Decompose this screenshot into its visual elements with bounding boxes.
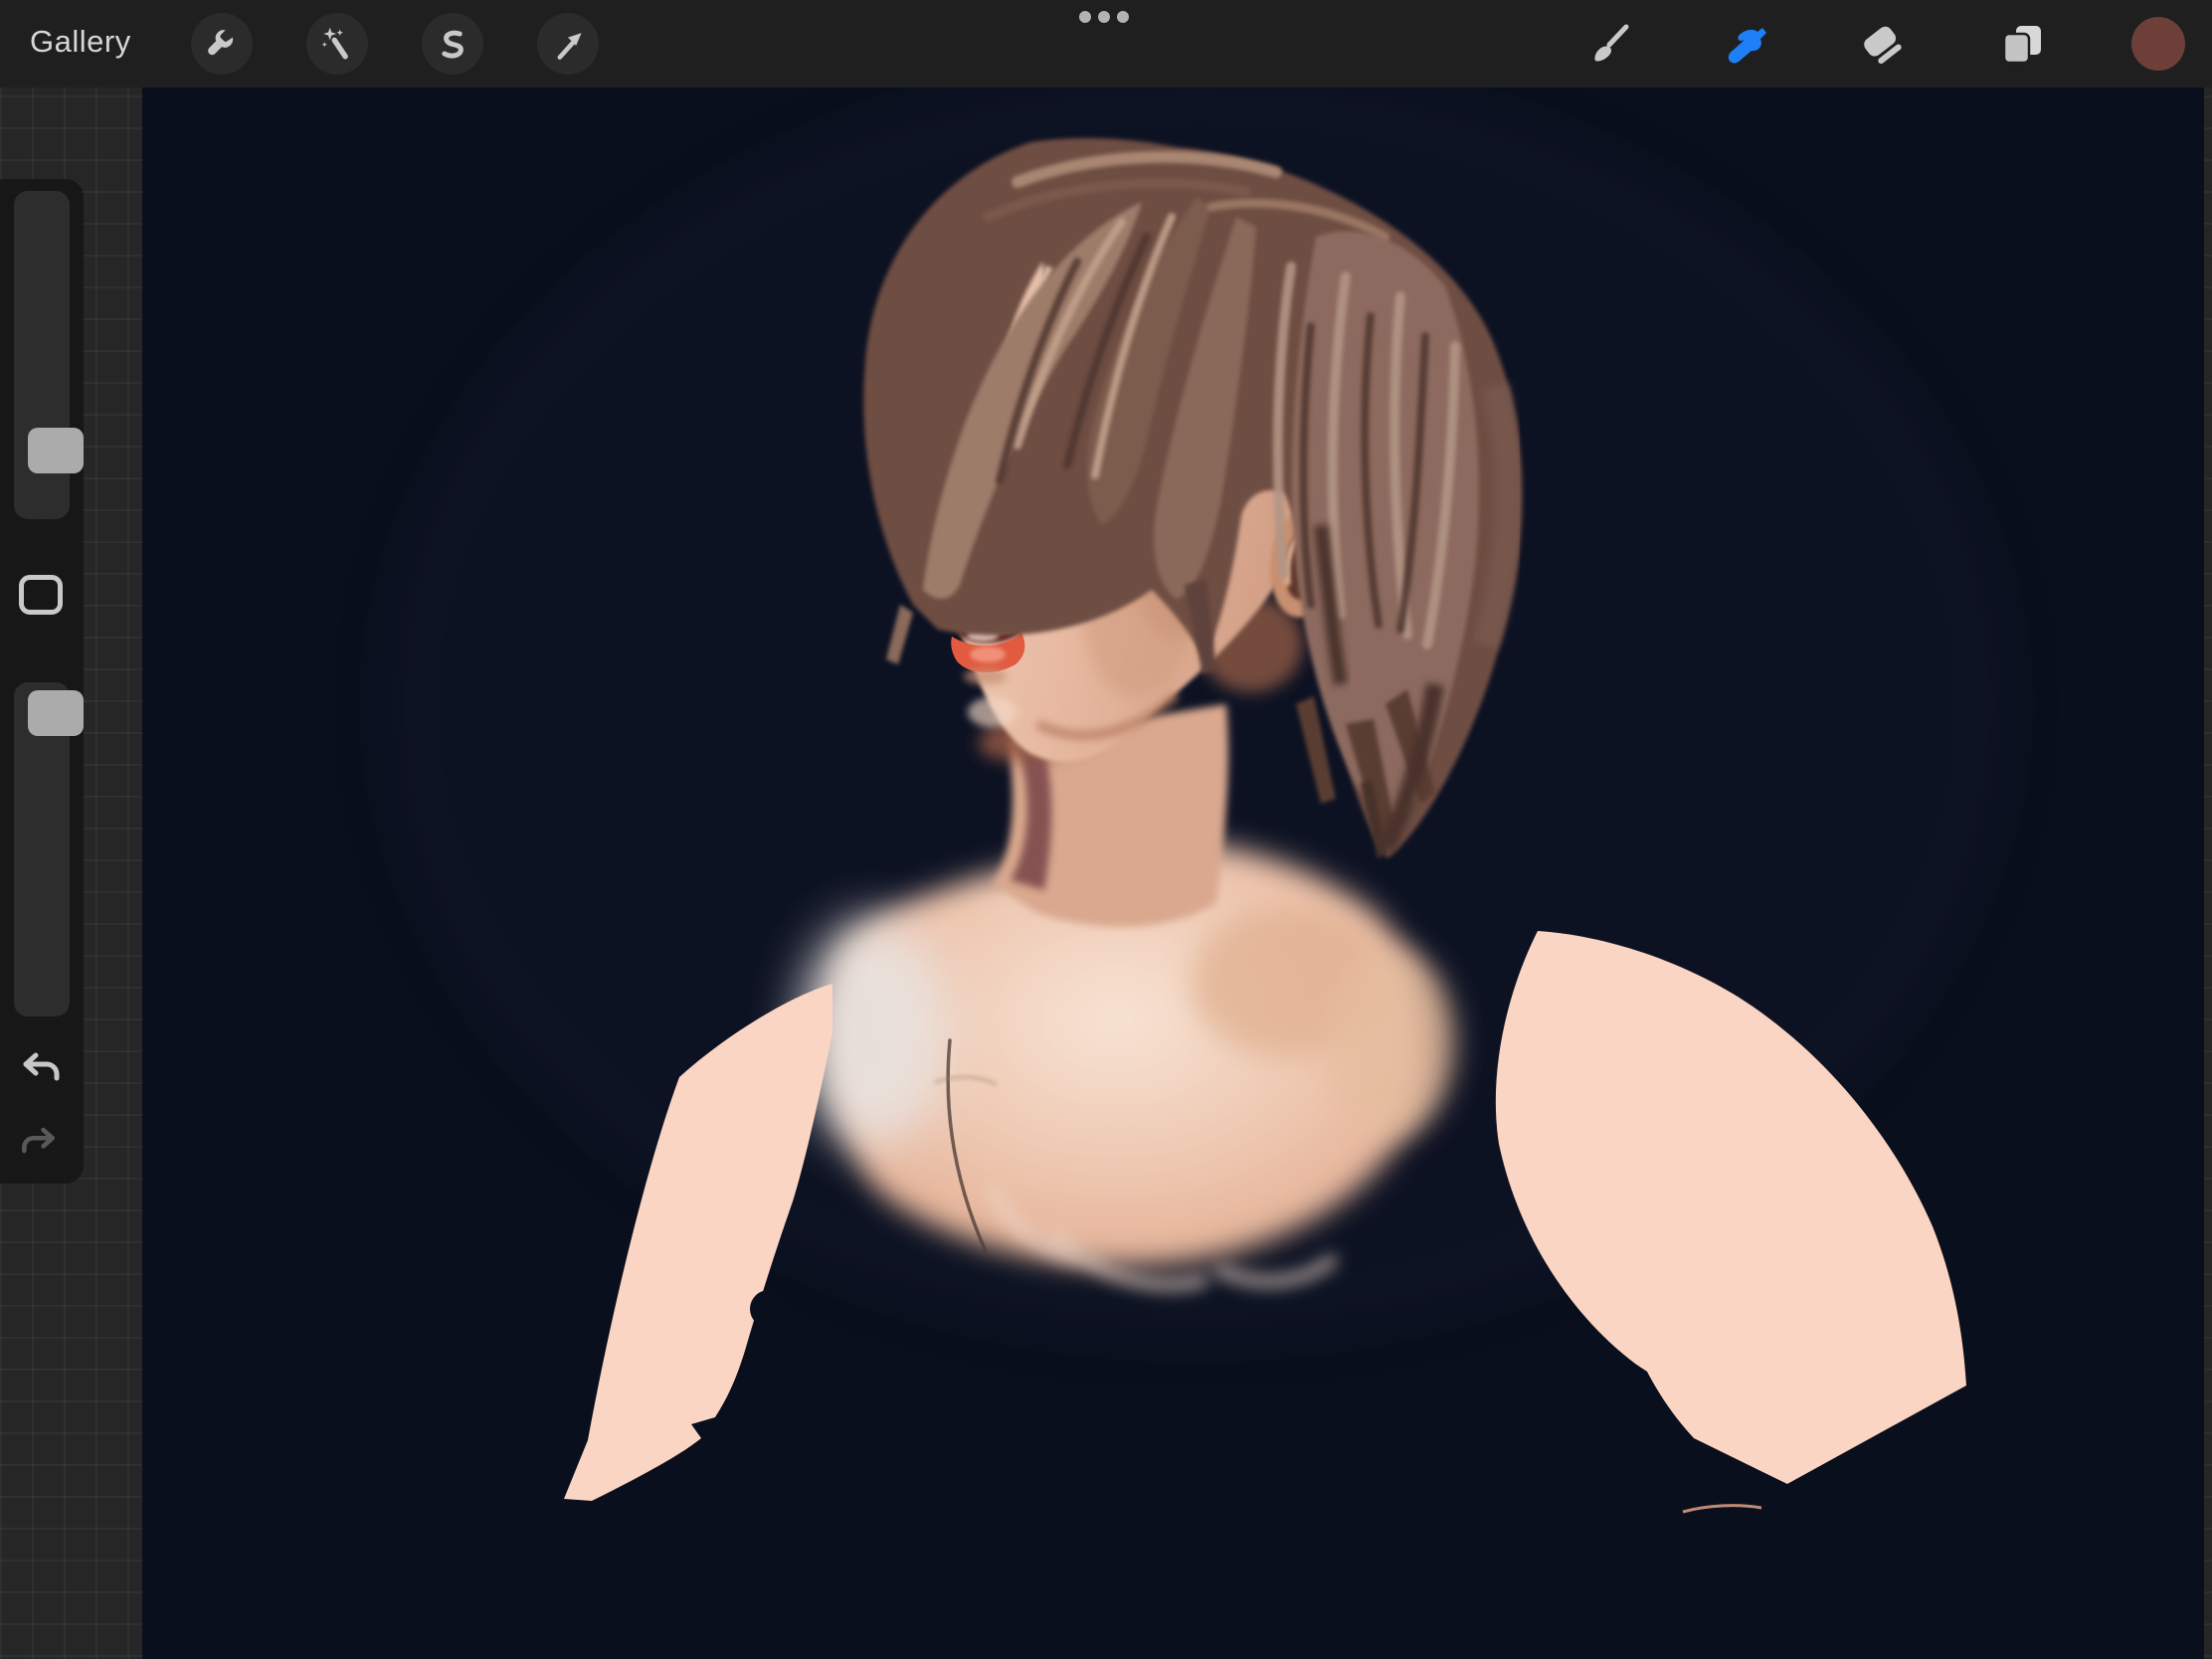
opacity-handle[interactable] <box>28 690 84 736</box>
adjustments-button[interactable] <box>306 13 368 75</box>
redo-button[interactable] <box>18 1120 64 1166</box>
smudge-finger-icon <box>1721 20 1768 68</box>
color-swatch-icon <box>2130 16 2186 72</box>
transform-button[interactable] <box>537 13 599 75</box>
modify-button[interactable] <box>19 575 63 615</box>
undo-icon <box>18 1044 64 1090</box>
smudge-tool-button[interactable] <box>1721 20 1768 68</box>
eraser-icon <box>1859 21 1905 67</box>
brush-size-slider[interactable] <box>14 191 70 519</box>
procreate-screen: Gallery <box>0 0 2212 1659</box>
paint-tool-button[interactable] <box>1584 20 1632 68</box>
selection-button[interactable] <box>422 13 483 75</box>
canvas-artwork <box>142 88 2204 1659</box>
brush-sidebar <box>0 179 84 1184</box>
actions-button[interactable] <box>191 13 253 75</box>
left-arm-notch <box>750 1290 788 1328</box>
wrench-icon <box>202 24 242 64</box>
paint-brush-icon <box>1585 21 1631 67</box>
drawing-canvas[interactable] <box>142 88 2204 1659</box>
opacity-slider[interactable] <box>14 682 70 1016</box>
color-swatch-button[interactable] <box>2130 16 2186 72</box>
layers-button[interactable] <box>1998 20 2046 68</box>
undo-button[interactable] <box>18 1044 64 1090</box>
layers-icon <box>1999 21 2045 67</box>
magic-wand-icon <box>317 24 357 64</box>
eraser-tool-button[interactable] <box>1858 20 1906 68</box>
gallery-button[interactable]: Gallery <box>30 24 131 60</box>
brush-size-handle[interactable] <box>28 428 84 473</box>
selection-s-icon <box>433 24 472 64</box>
canvas-overflow-menu[interactable] <box>1079 11 1129 23</box>
redo-icon <box>18 1120 60 1162</box>
top-toolbar: Gallery <box>0 0 2212 88</box>
transform-arrow-icon <box>548 24 588 64</box>
